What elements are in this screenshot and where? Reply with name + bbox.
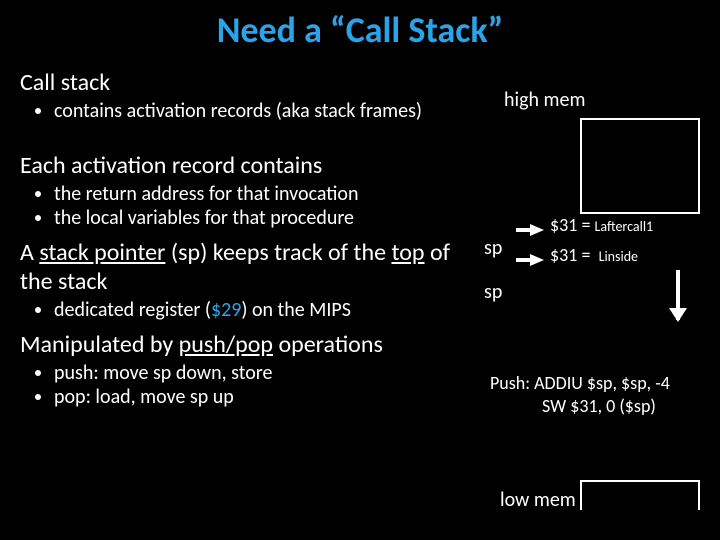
arrow-icon	[530, 254, 544, 266]
stack-diagram: high mem $31 = Laftercall1 sp $31 = Lins…	[470, 88, 710, 518]
heading-push-pop: Manipulated by push/pop operations	[20, 330, 460, 359]
label-push-instr: Push: ADDIU $sp, $sp, -4 SW $31, 0 ($sp)	[490, 372, 670, 417]
label-low-mem: low mem	[500, 488, 576, 512]
arrow-icon	[530, 224, 544, 236]
bullet: dedicated register ($29) on the MIPS	[54, 298, 460, 322]
label-high-mem: high mem	[504, 88, 585, 112]
arrow-down-icon	[676, 270, 680, 320]
bullet: pop: load, move sp up	[54, 385, 460, 409]
heading-call-stack: Call stack	[20, 68, 460, 97]
content-column: Call stack contains activation records (…	[20, 62, 460, 409]
heading-stack-pointer: A stack pointer (sp) keeps track of the …	[20, 238, 460, 296]
bullet: push: move sp down, store	[54, 361, 460, 385]
label-sp-1: sp	[484, 236, 502, 260]
label-ra-1: $31 = Laftercall1	[550, 214, 653, 236]
label-sp-2: sp	[484, 280, 502, 304]
heading-activation-record: Each activation record contains	[20, 151, 460, 180]
bullet: the local variables for that procedure	[54, 206, 460, 230]
stack-frame-bottom	[580, 480, 700, 510]
label-ra-2: $31 = Linside	[550, 244, 638, 266]
slide-title: Need a “Call Stack”	[0, 0, 720, 52]
bullet: contains activation records (aka stack f…	[54, 99, 460, 123]
stack-frame-top	[580, 118, 700, 214]
bullet: the return address for that invocation	[54, 182, 460, 206]
